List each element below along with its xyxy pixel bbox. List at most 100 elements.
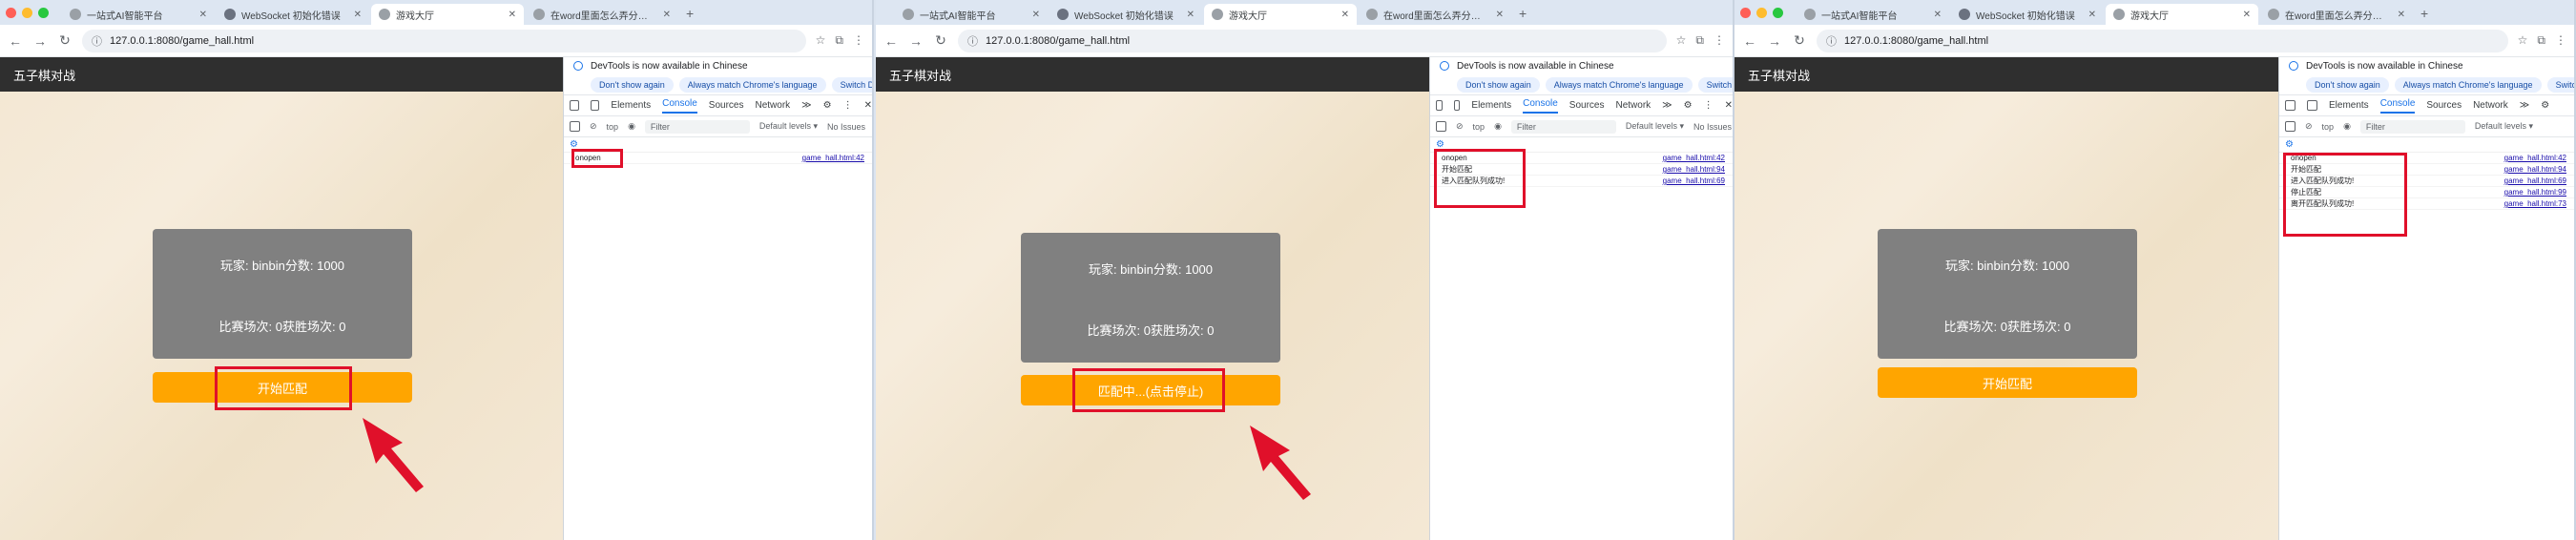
tab-elements[interactable]: Elements bbox=[611, 100, 651, 111]
close-tab-icon[interactable]: ✕ bbox=[2088, 10, 2096, 20]
kebab-menu-icon[interactable]: ⋮ bbox=[843, 100, 853, 111]
device-toolbar-icon[interactable] bbox=[590, 100, 600, 111]
star-icon[interactable]: ☆ bbox=[1676, 33, 1687, 48]
close-tab-icon[interactable]: ✕ bbox=[663, 10, 671, 20]
close-window-button[interactable] bbox=[1740, 7, 1751, 18]
tab-elements[interactable]: Elements bbox=[1471, 100, 1511, 111]
log-source-link[interactable]: game_hall.html:42 bbox=[2504, 154, 2566, 162]
context-selector[interactable]: top bbox=[2322, 122, 2335, 132]
browser-tab[interactable]: WebSocket 初始化错误 ✕ bbox=[217, 4, 369, 25]
forward-arrow-icon[interactable]: → bbox=[32, 33, 48, 49]
tab-network[interactable]: Network bbox=[1615, 100, 1651, 111]
star-icon[interactable]: ☆ bbox=[816, 33, 826, 48]
close-tab-icon[interactable]: ✕ bbox=[2243, 10, 2251, 20]
site-info-icon[interactable]: ⓘ bbox=[92, 33, 102, 49]
browser-tab[interactable]: WebSocket 初始化错误 ✕ bbox=[1951, 4, 2104, 25]
close-tab-icon[interactable]: ✕ bbox=[1496, 10, 1504, 20]
close-tab-icon[interactable]: ✕ bbox=[1187, 10, 1195, 20]
tab-network[interactable]: Network bbox=[2473, 100, 2508, 111]
log-levels-dropdown[interactable]: Default levels ▾ bbox=[759, 121, 818, 132]
browser-tab[interactable]: 一站式AI智能平台 ✕ bbox=[62, 4, 215, 25]
console-settings-icon[interactable]: ⚙ bbox=[2279, 137, 2574, 153]
close-window-button[interactable] bbox=[6, 7, 16, 18]
browser-tab-active[interactable]: 游戏大厅 ✕ bbox=[2106, 4, 2258, 25]
eye-icon[interactable]: ◉ bbox=[2343, 121, 2351, 132]
tab-console[interactable]: Console bbox=[1523, 98, 1558, 114]
close-tab-icon[interactable]: ✕ bbox=[199, 10, 207, 20]
gear-icon[interactable]: ⚙ bbox=[2541, 100, 2549, 111]
tab-network[interactable]: Network bbox=[755, 100, 790, 111]
tab-console[interactable]: Console bbox=[2379, 98, 2416, 114]
log-levels-dropdown[interactable]: Default levels ▾ bbox=[2475, 121, 2533, 132]
menu-icon[interactable]: ⋮ bbox=[853, 33, 864, 48]
new-tab-button[interactable]: + bbox=[2415, 6, 2434, 25]
log-source-link[interactable]: game_hall.html:94 bbox=[1663, 165, 1725, 174]
back-arrow-icon[interactable]: ← bbox=[8, 33, 23, 49]
eye-icon[interactable]: ◉ bbox=[1494, 121, 1502, 132]
extensions-icon[interactable]: ⧉ bbox=[1695, 33, 1704, 48]
sidebar-toggle-icon[interactable] bbox=[570, 121, 580, 132]
switch-devtools-button[interactable]: Switch D bbox=[2546, 76, 2574, 93]
menu-icon[interactable]: ⋮ bbox=[2555, 33, 2566, 48]
close-tab-icon[interactable]: ✕ bbox=[509, 10, 516, 20]
gear-icon[interactable]: ⚙ bbox=[1684, 100, 1693, 111]
star-icon[interactable]: ☆ bbox=[2518, 33, 2528, 48]
forward-arrow-icon[interactable]: → bbox=[908, 33, 924, 49]
browser-tab[interactable]: 在word里面怎么弄分页号 · 知乎 ✕ bbox=[2260, 4, 2413, 25]
back-arrow-icon[interactable]: ← bbox=[1742, 33, 1757, 49]
tab-console[interactable]: Console bbox=[662, 98, 697, 114]
match-language-button[interactable]: Always match Chrome's language bbox=[678, 76, 826, 93]
site-info-icon[interactable]: ⓘ bbox=[1826, 33, 1837, 49]
browser-tab-active[interactable]: 游戏大厅 ✕ bbox=[371, 4, 524, 25]
match-language-button[interactable]: Always match Chrome's language bbox=[1545, 76, 1693, 93]
minimize-window-button[interactable] bbox=[1756, 7, 1767, 18]
tab-sources[interactable]: Sources bbox=[1569, 100, 1605, 111]
switch-devtools-button[interactable]: Switch DevTools bbox=[831, 76, 872, 93]
log-source-link[interactable]: game_hall.html:42 bbox=[1663, 154, 1725, 162]
kebab-menu-icon[interactable]: ⋮ bbox=[1704, 100, 1714, 111]
sidebar-toggle-icon[interactable] bbox=[1436, 121, 1446, 132]
reload-icon[interactable]: ↻ bbox=[933, 32, 948, 49]
device-toolbar-icon[interactable] bbox=[2307, 100, 2317, 111]
log-source-link[interactable]: game_hall.html:42 bbox=[802, 154, 864, 162]
browser-tab[interactable]: WebSocket 初始化错误 ✕ bbox=[1049, 4, 1202, 25]
issues-counter[interactable]: No Issues bbox=[1693, 122, 1732, 132]
clear-console-icon[interactable]: ⊘ bbox=[1456, 121, 1464, 132]
log-source-link[interactable]: game_hall.html:73 bbox=[2504, 199, 2566, 208]
issues-counter[interactable]: No Issues bbox=[827, 122, 865, 132]
browser-tab[interactable]: 在word里面怎么弄分页号 · 知乎 ✕ bbox=[1359, 4, 1511, 25]
dont-show-again-button[interactable]: Don't show again bbox=[1457, 76, 1540, 93]
new-tab-button[interactable]: + bbox=[680, 6, 699, 25]
address-bar[interactable]: ⓘ 127.0.0.1:8080/game_hall.html bbox=[82, 29, 806, 52]
back-arrow-icon[interactable]: ← bbox=[883, 33, 899, 49]
maximize-window-button[interactable] bbox=[38, 7, 49, 18]
log-source-link[interactable]: game_hall.html:99 bbox=[2504, 188, 2566, 197]
maximize-window-button[interactable] bbox=[1773, 7, 1783, 18]
inspect-icon[interactable] bbox=[1436, 100, 1443, 111]
sidebar-toggle-icon[interactable] bbox=[2285, 121, 2296, 132]
inspect-icon[interactable] bbox=[570, 100, 579, 111]
browser-tab[interactable]: 在word里面怎么弄分页号 · 知乎 ✕ bbox=[526, 4, 678, 25]
start-match-button[interactable]: 开始匹配 bbox=[1878, 367, 2137, 398]
inspect-icon[interactable] bbox=[2285, 100, 2296, 111]
switch-devtools-button[interactable]: Switch DevTools bbox=[1697, 76, 1733, 93]
match-language-button[interactable]: Always match Chrome's language bbox=[2394, 76, 2542, 93]
log-source-link[interactable]: game_hall.html:94 bbox=[2504, 165, 2566, 174]
reload-icon[interactable]: ↻ bbox=[1792, 32, 1807, 49]
reload-icon[interactable]: ↻ bbox=[57, 32, 73, 49]
close-tab-icon[interactable]: ✕ bbox=[1032, 10, 1040, 20]
close-tab-icon[interactable]: ✕ bbox=[2398, 10, 2405, 20]
browser-tab[interactable]: 一站式AI智能平台 ✕ bbox=[895, 4, 1048, 25]
address-bar[interactable]: ⓘ 127.0.0.1:8080/game_hall.html bbox=[958, 29, 1667, 52]
tab-elements[interactable]: Elements bbox=[2329, 100, 2369, 111]
dont-show-again-button[interactable]: Don't show again bbox=[591, 76, 674, 93]
close-devtools-icon[interactable]: ✕ bbox=[1725, 100, 1733, 111]
close-devtools-icon[interactable]: ✕ bbox=[864, 100, 872, 111]
dont-show-again-button[interactable]: Don't show again bbox=[2306, 76, 2389, 93]
filter-input[interactable]: Filter bbox=[1510, 119, 1616, 134]
more-tabs-button[interactable]: ≫ bbox=[801, 100, 811, 111]
context-selector[interactable]: top bbox=[607, 122, 619, 132]
context-selector[interactable]: top bbox=[1473, 122, 1485, 132]
log-source-link[interactable]: game_hall.html:69 bbox=[1663, 177, 1725, 185]
device-toolbar-icon[interactable] bbox=[1453, 100, 1461, 111]
